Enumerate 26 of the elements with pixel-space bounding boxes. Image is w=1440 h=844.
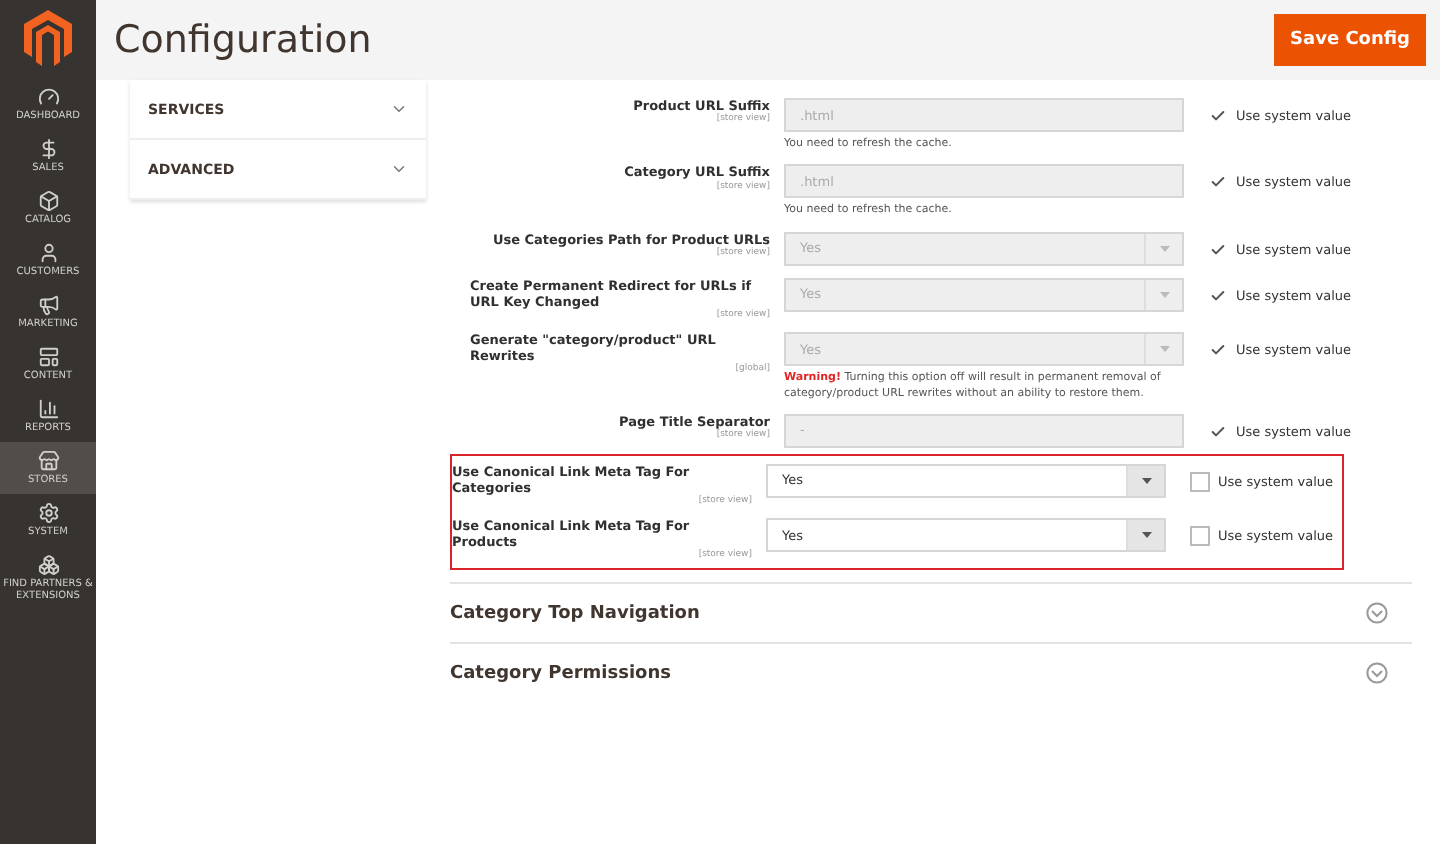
menu-icon	[37, 502, 59, 524]
section-header[interactable]: Category Top Navigation	[450, 582, 1412, 643]
menu-icon	[37, 294, 59, 316]
checkbox[interactable]	[1190, 471, 1210, 492]
menu-icon	[37, 138, 59, 160]
menu-icon	[37, 554, 59, 576]
checkbox[interactable]	[1190, 526, 1210, 547]
page-title: Configuration	[114, 18, 372, 62]
menu-icon	[37, 450, 59, 472]
logo-icon	[24, 10, 72, 66]
menu-icon	[37, 86, 59, 108]
section-header[interactable]: Category Permissions	[450, 642, 1412, 703]
dropdown-arrow-icon	[1159, 245, 1169, 252]
dropdown-arrow-icon	[1141, 477, 1151, 484]
collapse-icon	[1366, 602, 1388, 625]
dropdown-arrow-icon	[1159, 346, 1169, 353]
menu-icon	[37, 190, 59, 212]
collapse-icon	[1366, 662, 1388, 685]
dropdown-arrow-icon	[1159, 291, 1169, 298]
chevron-icon	[390, 100, 408, 118]
save-button[interactable]: Save Config	[1274, 14, 1426, 66]
menu-icon	[37, 346, 59, 368]
menu-icon	[37, 398, 59, 420]
menu-icon	[37, 242, 59, 264]
chevron-icon	[390, 160, 408, 178]
dropdown-arrow-icon	[1141, 532, 1151, 539]
